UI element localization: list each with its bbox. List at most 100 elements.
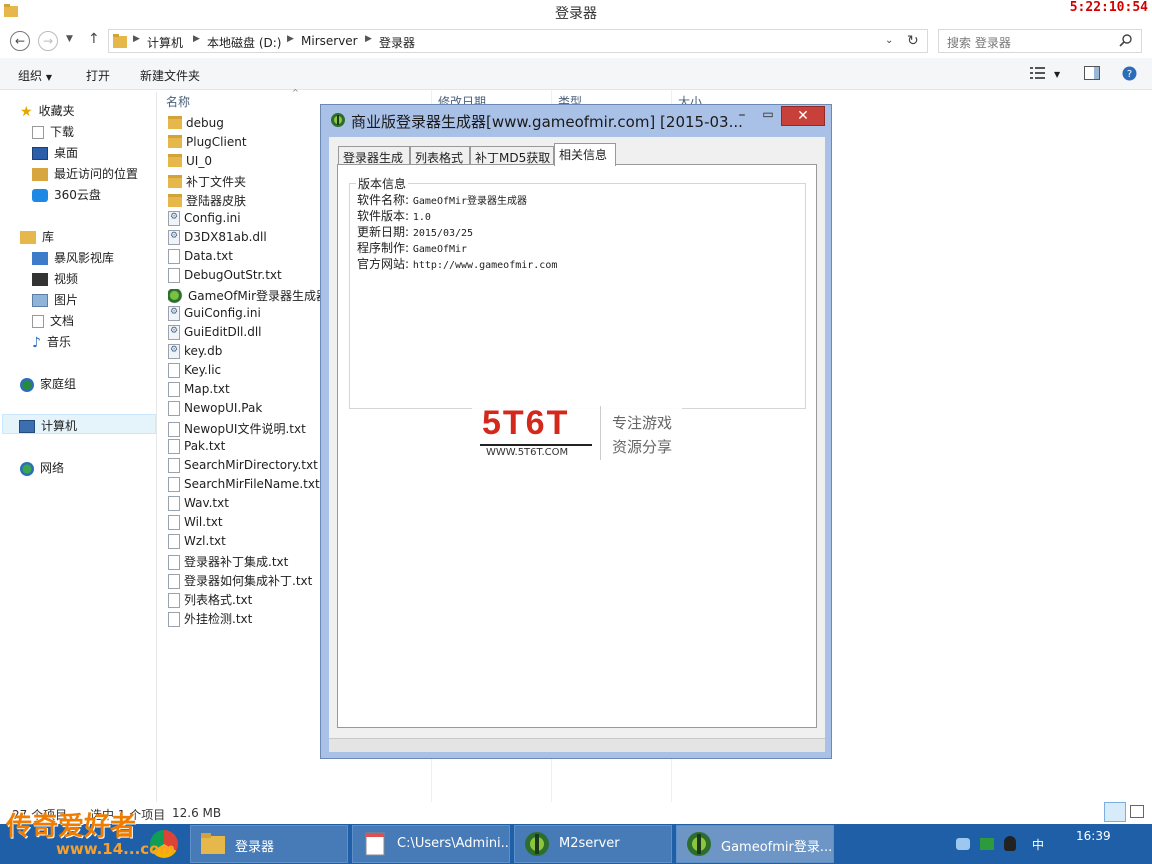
file-name: NewopUI文件说明.txt [184, 422, 306, 436]
nav-downloads[interactable]: 下载 [32, 123, 74, 143]
taskbar-notepad[interactable]: C:\Users\Admini... [352, 825, 510, 863]
file-row[interactable]: D3DX81ab.dll [168, 230, 267, 249]
window-title-bar: 登录器 5:22:10:54 [0, 0, 1152, 24]
nav-pictures-label: 图片 [54, 293, 79, 307]
tray-security-icon[interactable] [980, 838, 994, 850]
watermark-slogan-2: 资源分享 [612, 438, 673, 456]
file-row[interactable]: Pak.txt [168, 439, 225, 458]
nav-music[interactable]: ♪ 音乐 [32, 333, 71, 353]
file-row[interactable]: SearchMirDirectory.txt [168, 458, 318, 477]
minimize-button[interactable]: – [731, 107, 753, 127]
music-note-icon: ♪ [32, 334, 41, 351]
file-row[interactable]: NewopUI.Pak [168, 401, 262, 420]
file-row[interactable]: debug [168, 116, 224, 135]
task-label: 登录器 [235, 840, 275, 855]
file-row[interactable]: PlugClient [168, 135, 247, 154]
tab-about[interactable]: 相关信息 [554, 143, 616, 166]
info-value: GameOfMir登录器生成器 [412, 196, 528, 207]
file-row[interactable]: Wav.txt [168, 496, 229, 515]
file-row[interactable]: GuiConfig.ini [168, 306, 261, 325]
text-file-icon [168, 477, 180, 492]
nav-documents[interactable]: 文档 [32, 312, 74, 332]
breadcrumb-launcher[interactable]: 登录器 [379, 34, 415, 51]
taskbar-gameofmir-active[interactable]: Gameofmir登录... [676, 825, 834, 863]
column-header-name[interactable]: 名称 [166, 93, 190, 113]
file-row[interactable]: 列表格式.txt [168, 591, 252, 610]
organize-button[interactable]: 组织 ▼ [18, 67, 52, 84]
file-row[interactable]: Key.lic [168, 363, 221, 382]
nav-computer[interactable]: 计算机 [2, 414, 156, 434]
close-button[interactable]: ✕ [781, 106, 825, 126]
file-row[interactable]: GuiEditDll.dll [168, 325, 261, 344]
chevron-right-icon[interactable]: ▶ [133, 34, 140, 44]
nav-recent[interactable]: 最近访问的位置 [32, 165, 138, 185]
up-arrow-icon[interactable]: ↑ [88, 31, 100, 47]
file-row[interactable]: 外挂检测.txt [168, 610, 252, 629]
file-name: Key.lic [184, 363, 222, 377]
watermark-divider [600, 406, 601, 460]
back-arrow-icon[interactable]: ← [10, 31, 30, 51]
forward-arrow-icon[interactable]: → [38, 31, 58, 51]
nav-storm-video[interactable]: 暴风影视库 [32, 249, 114, 269]
breadcrumb-local-disk[interactable]: 本地磁盘 (D:) [207, 34, 281, 51]
refresh-icon[interactable]: ↻ [907, 33, 919, 49]
tab-list-format[interactable]: 列表格式 [410, 146, 470, 165]
nav-libraries[interactable]: 库 [20, 228, 54, 248]
file-row[interactable]: 登录器如何集成补丁.txt [168, 572, 312, 591]
file-row[interactable]: UI_0 [168, 154, 212, 173]
file-row[interactable]: Map.txt [168, 382, 230, 401]
address-dropdown-chevron-icon[interactable]: ⌄ [885, 35, 893, 46]
tab-launcher-generate[interactable]: 登录器生成 [338, 146, 410, 165]
file-row[interactable]: DebugOutStr.txt [168, 268, 282, 287]
file-row[interactable]: Config.ini [168, 211, 241, 230]
recent-locations-chevron-icon[interactable]: ▼ [66, 34, 73, 44]
tab-patch-md5[interactable]: 补丁MD5获取 [470, 146, 554, 165]
search-icon[interactable] [1119, 33, 1133, 47]
file-name: 补丁文件夹 [186, 175, 247, 189]
search-input[interactable]: 搜索 登录器 [938, 29, 1142, 53]
view-options-icon[interactable] [1030, 66, 1046, 83]
breadcrumb-mirserver[interactable]: Mirserver [301, 34, 358, 48]
preview-pane-icon[interactable] [1084, 66, 1100, 83]
file-row[interactable]: 登录器补丁集成.txt [168, 553, 288, 572]
nav-360-cloud[interactable]: 360云盘 [32, 186, 101, 206]
ime-indicator[interactable]: 中 [1032, 836, 1044, 853]
taskbar-m2server[interactable]: M2server [514, 825, 672, 863]
chevron-right-icon[interactable]: ▶ [193, 34, 200, 44]
chevron-right-icon[interactable]: ▶ [287, 34, 294, 44]
file-row[interactable]: Data.txt [168, 249, 233, 268]
nav-videos[interactable]: 视频 [32, 270, 78, 290]
tray-cloud-icon[interactable] [956, 838, 970, 850]
file-row[interactable]: key.db [168, 344, 222, 363]
file-row[interactable]: SearchMirFileName.txt [168, 477, 320, 496]
chevron-right-icon[interactable]: ▶ [365, 34, 372, 44]
large-icons-view-icon[interactable] [1130, 805, 1144, 818]
nav-desktop[interactable]: 桌面 [32, 144, 78, 164]
file-row[interactable]: GameOfMir登录器生成器 [168, 287, 328, 306]
file-row[interactable]: Wil.txt [168, 515, 223, 534]
nav-pictures[interactable]: 图片 [32, 291, 78, 311]
maximize-button[interactable]: ▭ [757, 107, 779, 127]
file-row[interactable]: 登陆器皮肤 [168, 192, 246, 211]
file-row[interactable]: 补丁文件夹 [168, 173, 246, 192]
details-view-icon[interactable] [1104, 802, 1126, 822]
file-row[interactable]: NewopUI文件说明.txt [168, 420, 306, 439]
file-name: Wzl.txt [184, 534, 226, 548]
version-info-label: 版本信息 [356, 175, 409, 192]
nav-favorites[interactable]: ★ 收藏夹 [20, 102, 75, 122]
taskbar-launcher-folder[interactable]: 登录器 [190, 825, 348, 863]
nav-downloads-label: 下载 [50, 125, 75, 139]
help-icon[interactable]: ? [1122, 66, 1137, 84]
open-button[interactable]: 打开 [86, 67, 110, 84]
settings-file-icon [168, 344, 180, 359]
view-chevron-down-icon[interactable]: ▼ [1054, 70, 1060, 79]
new-folder-button[interactable]: 新建文件夹 [140, 67, 200, 84]
tray-qq-icon[interactable] [1004, 836, 1016, 851]
nav-homegroup[interactable]: 家庭组 [20, 375, 76, 395]
breadcrumb-computer[interactable]: 计算机 [147, 34, 183, 51]
taskbar-clock[interactable]: 16:39 [1076, 829, 1111, 843]
address-bar[interactable]: ▶ 计算机 ▶ 本地磁盘 (D:) ▶ Mirserver ▶ 登录器 ⌄ ↻ [108, 29, 928, 53]
text-file-icon [168, 496, 180, 511]
file-row[interactable]: Wzl.txt [168, 534, 226, 553]
nav-network[interactable]: 网络 [20, 459, 64, 479]
